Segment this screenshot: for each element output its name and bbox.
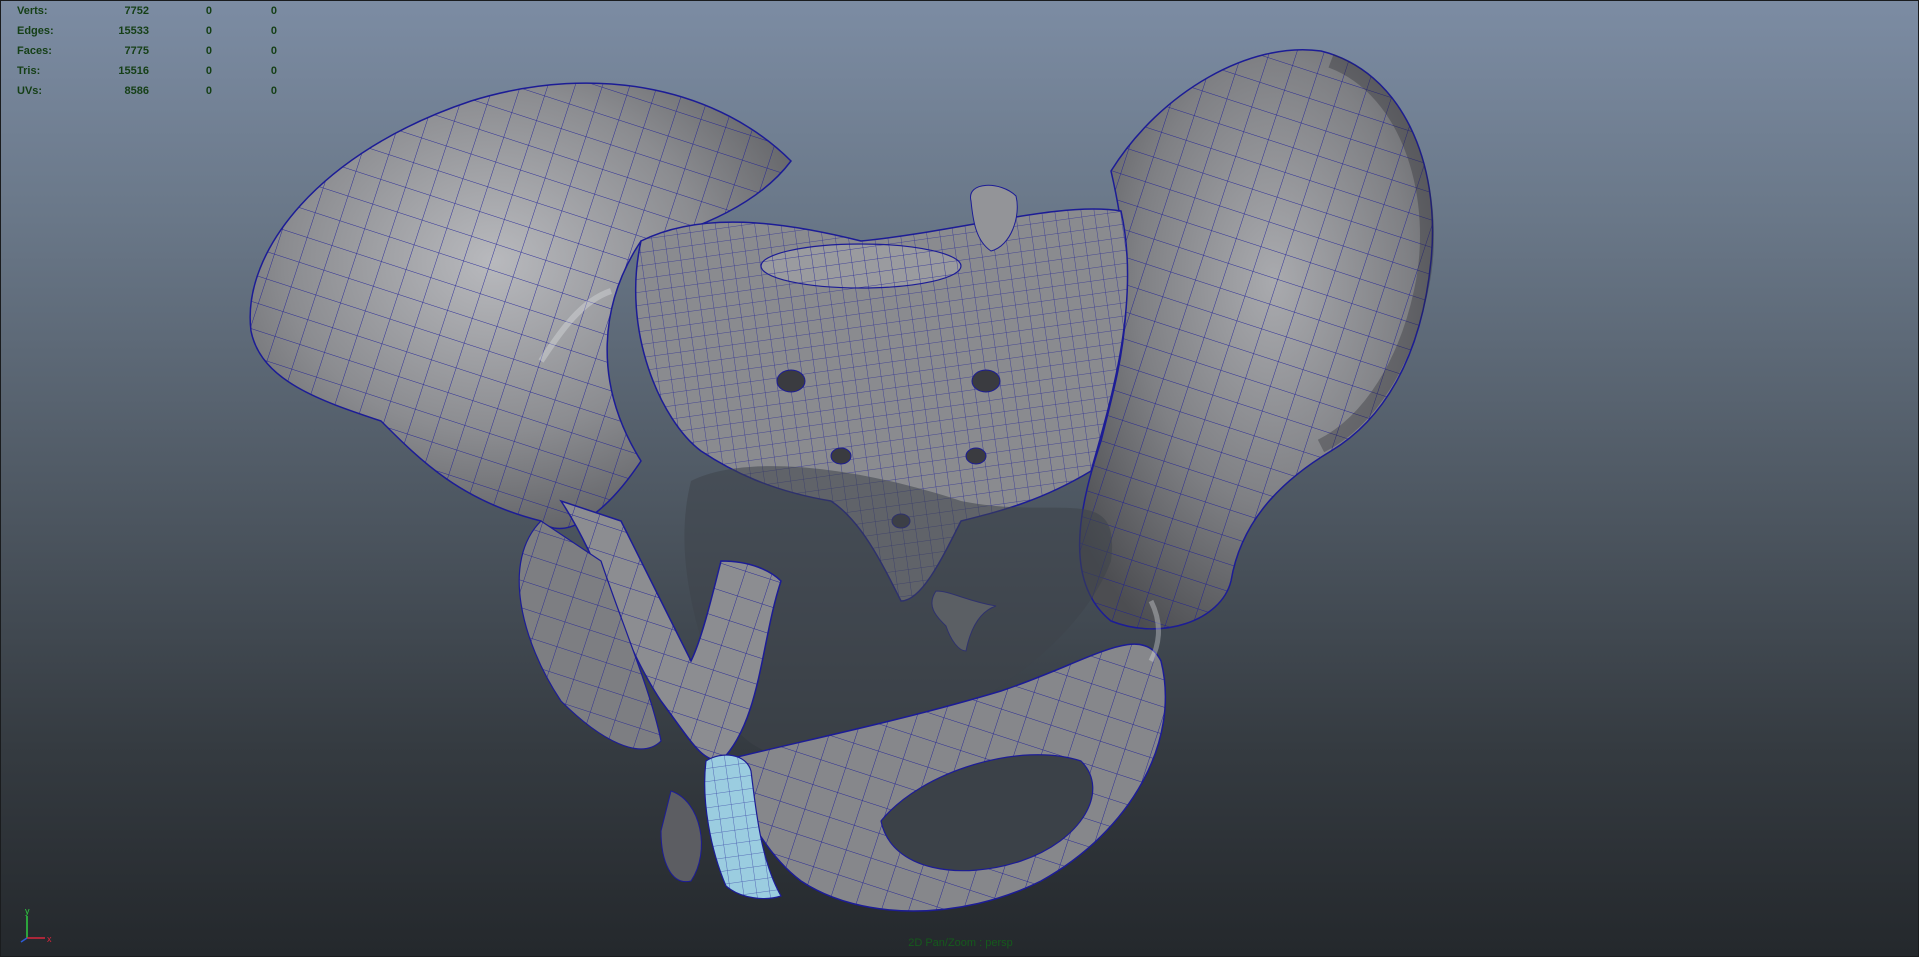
hud-row: Tris: 15516 0 0 bbox=[17, 61, 277, 81]
hud-selected-count: 0 bbox=[205, 65, 212, 77]
hud-label: Verts: bbox=[17, 5, 48, 17]
axis-y-label: y bbox=[25, 906, 30, 916]
viewport-persp[interactable]: Verts: 7752 0 0 Edges: 15533 0 0 Faces: 7775 0 0 Tri… bbox=[0, 0, 1919, 957]
hud-selected-count: 0 bbox=[205, 85, 212, 97]
hud-selected-count-2: 0 bbox=[270, 5, 277, 17]
hud-label: Tris: bbox=[17, 65, 41, 77]
hud-label: UVs: bbox=[17, 85, 43, 97]
right-ilium bbox=[1078, 49, 1434, 630]
hud-row: Faces: 7775 0 0 bbox=[17, 41, 277, 61]
hud-selected-count: 0 bbox=[205, 5, 212, 17]
hud-label: Edges: bbox=[17, 25, 54, 37]
hud-selected-count-2: 0 bbox=[270, 25, 277, 37]
hud-value: 7775 bbox=[124, 45, 149, 57]
camera-label: 2D Pan/Zoom : persp bbox=[908, 937, 1013, 949]
poly-count-hud: Verts: 7752 0 0 Edges: 15533 0 0 Faces: 7775 0 0 Tri… bbox=[17, 1, 277, 101]
hud-selected-count: 0 bbox=[205, 45, 212, 57]
hud-label: Faces: bbox=[17, 45, 52, 57]
hud-value: 8586 bbox=[124, 85, 149, 97]
hud-row: Edges: 15533 0 0 bbox=[17, 21, 277, 41]
hud-selected-count-2: 0 bbox=[270, 65, 277, 77]
hud-selected-count-2: 0 bbox=[270, 45, 277, 57]
hud-row: UVs: 8586 0 0 bbox=[17, 81, 277, 101]
hud-selected-count: 0 bbox=[205, 25, 212, 37]
hud-value: 15516 bbox=[118, 65, 149, 77]
hud-value: 7752 bbox=[124, 5, 149, 17]
hud-row: Verts: 7752 0 0 bbox=[17, 1, 277, 21]
pelvis-mesh[interactable] bbox=[1, 1, 1919, 957]
hud-value: 15533 bbox=[118, 25, 149, 37]
hud-selected-count-2: 0 bbox=[270, 85, 277, 97]
